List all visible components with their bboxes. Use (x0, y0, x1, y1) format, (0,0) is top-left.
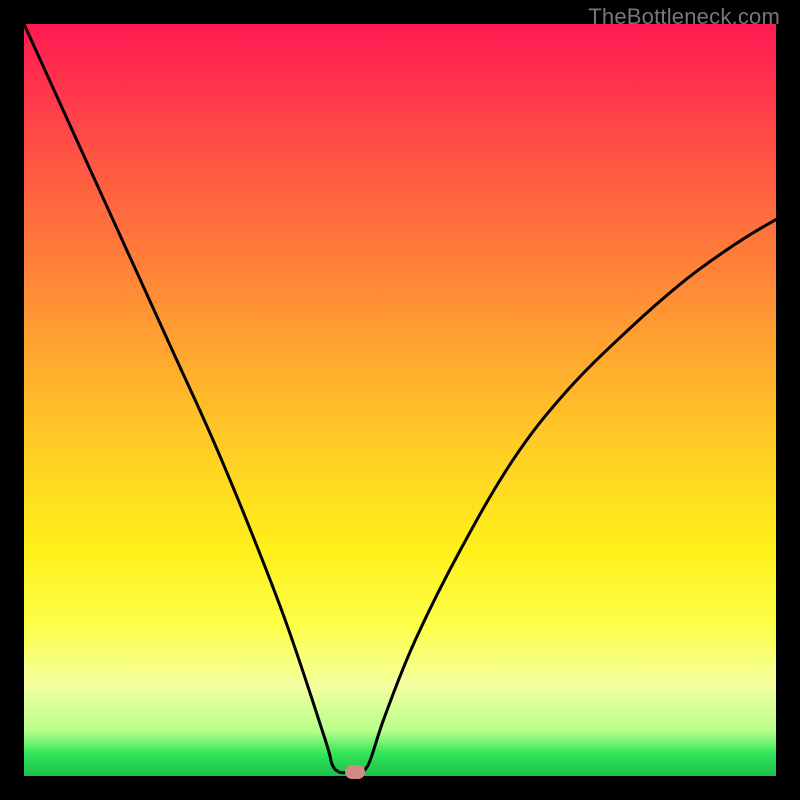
plot-area (24, 24, 776, 776)
bottleneck-curve (24, 24, 776, 776)
watermark-text: TheBottleneck.com (588, 4, 780, 30)
minimum-marker (345, 765, 365, 779)
chart-frame: TheBottleneck.com (0, 0, 800, 800)
